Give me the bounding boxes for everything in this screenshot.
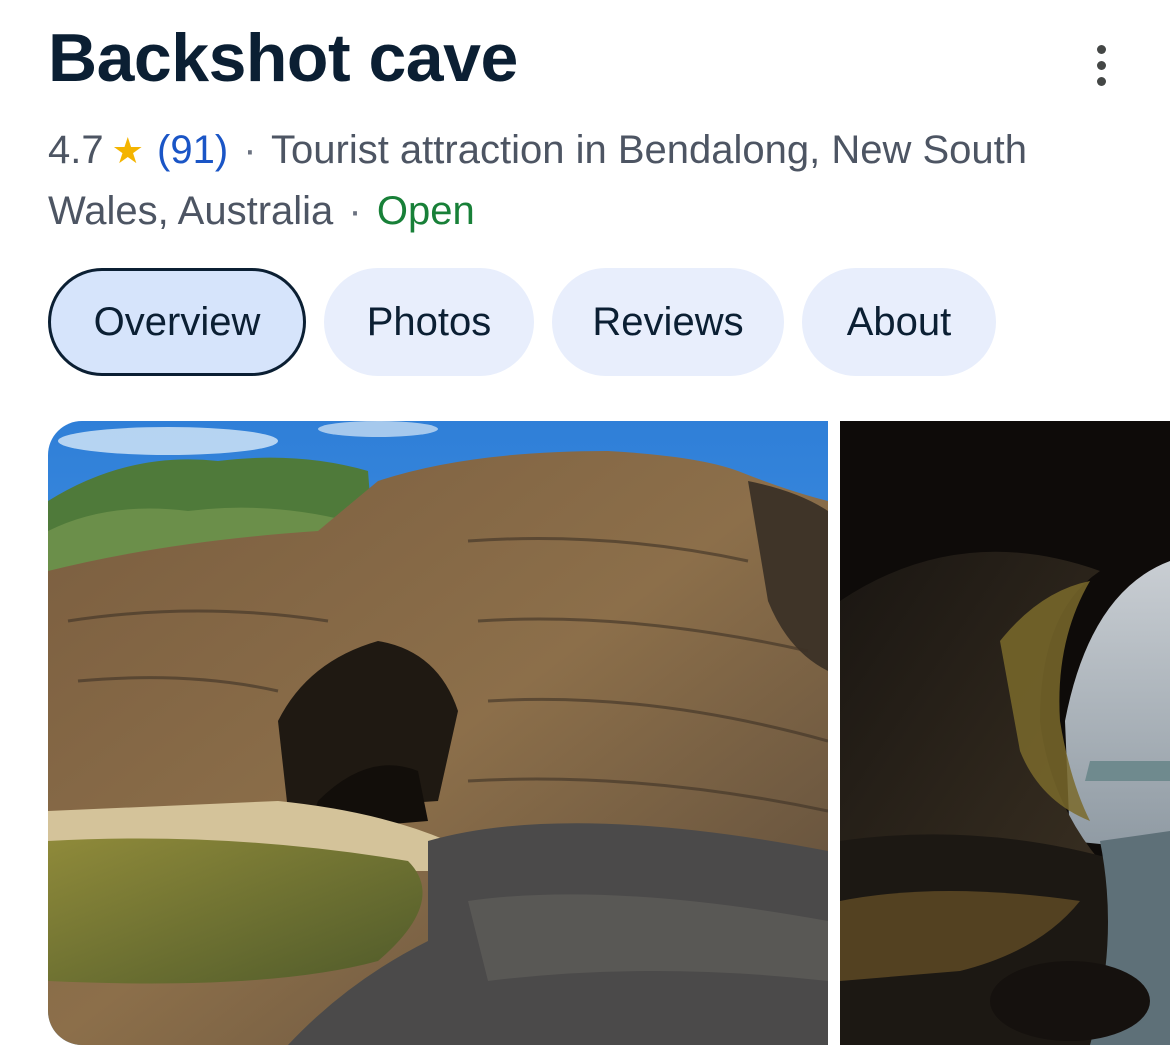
star-icon: ★ [111,130,144,171]
place-meta: 4.7 ★ (91) · Tourist attraction in Bendal… [48,120,1138,241]
tab-reviews[interactable]: Reviews [552,268,784,376]
photo-cave-exterior[interactable] [48,421,828,1045]
tab-photos[interactable]: Photos [324,268,534,376]
review-count-link[interactable]: (91) [157,128,228,172]
tab-about[interactable]: About [802,268,996,376]
open-status: Open [376,189,475,233]
place-title: Backshot cave [48,20,518,96]
more-options-button[interactable] [1078,40,1124,90]
separator-dot: · [348,189,362,233]
rating-value: 4.7 [48,128,104,172]
photo-cave-interior[interactable] [840,421,1170,1045]
more-vert-icon [1096,44,1106,54]
tab-overview[interactable]: Overview [48,268,306,376]
separator-dot: · [243,128,257,172]
